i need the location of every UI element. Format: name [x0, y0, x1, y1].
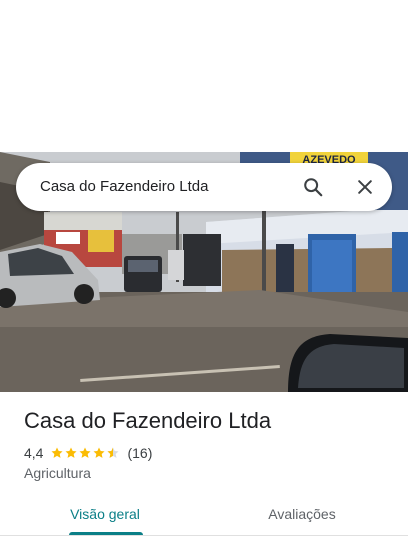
- star-icon: [51, 447, 64, 458]
- rating-value: 4,4: [24, 445, 44, 461]
- divider: [0, 535, 408, 536]
- tab-overview[interactable]: Visão geral: [40, 495, 170, 533]
- place-category: Agricultura: [24, 465, 91, 481]
- place-tabs: Visão geral Avaliações: [0, 495, 408, 536]
- close-button[interactable]: [347, 169, 383, 205]
- tab-reviews[interactable]: Avaliações: [237, 495, 367, 533]
- star-icon: [65, 447, 78, 458]
- rating-stars: [50, 446, 120, 460]
- search-bar[interactable]: Casa do Fazendeiro Ltda: [16, 163, 392, 211]
- close-icon: [358, 180, 372, 194]
- review-count: (16): [127, 445, 153, 461]
- star-icon: [79, 447, 92, 458]
- search-button[interactable]: [295, 169, 331, 205]
- rating-row[interactable]: 4,4 (16): [24, 444, 152, 462]
- star-icon: [93, 447, 106, 458]
- search-input[interactable]: Casa do Fazendeiro Ltda: [40, 163, 208, 211]
- star-half-icon: [107, 447, 120, 458]
- search-icon: [304, 178, 323, 197]
- place-title: Casa do Fazendeiro Ltda: [24, 408, 272, 433]
